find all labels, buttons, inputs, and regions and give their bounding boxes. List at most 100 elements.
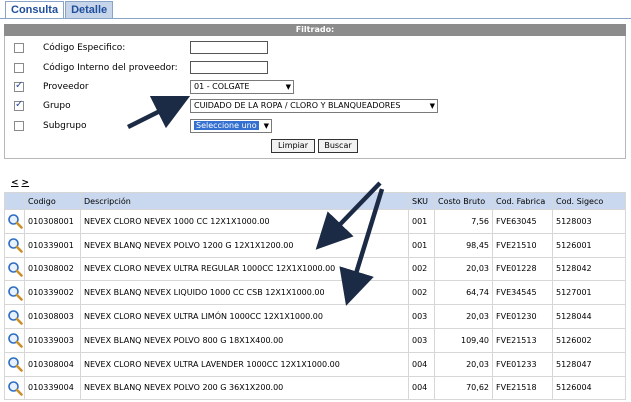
limpiar-button[interactable]: Limpiar xyxy=(271,139,315,153)
buscar-button[interactable]: Buscar xyxy=(318,139,358,153)
magnifier-icon[interactable] xyxy=(4,232,25,258)
column-header-descripcion: Descripción xyxy=(80,192,409,210)
cell-descripcion: NEVEX BLANQ NEVEX LIQUIDO 1000 CC CSB 12… xyxy=(80,280,409,306)
cell-cod-fabrica: FVE01228 xyxy=(492,256,553,282)
table-row[interactable]: 010339001 NEVEX BLANQ NEVEX POLVO 1200 G… xyxy=(4,232,626,258)
prev-page-link[interactable]: < xyxy=(11,178,19,188)
cell-cod-sigeco: 5126002 xyxy=(552,327,626,353)
subgrupo-label: Subgrupo xyxy=(43,121,87,131)
cell-cod-sigeco: 5128044 xyxy=(552,304,626,329)
next-page-link[interactable]: > xyxy=(22,178,30,188)
filter-row-codigo-interno xyxy=(14,61,24,75)
table-row[interactable]: 010339004 NEVEX BLANQ NEVEX POLVO 200 G … xyxy=(4,375,626,401)
magnifier-icon[interactable] xyxy=(4,375,25,401)
cell-cod-sigeco: 5127001 xyxy=(552,280,626,306)
cell-sku: 002 xyxy=(408,280,435,306)
tab-consulta[interactable]: Consulta xyxy=(5,1,65,19)
cell-cod-sigeco: 5128042 xyxy=(552,256,626,282)
cell-codigo: 010308003 xyxy=(24,304,81,329)
cell-sku: 004 xyxy=(408,375,435,401)
cell-costo-bruto: 20,03 xyxy=(434,304,493,329)
cell-sku: 002 xyxy=(408,256,435,282)
cell-codigo: 010308001 xyxy=(24,209,81,234)
column-header-costo-bruto: Costo Bruto xyxy=(434,192,493,210)
table-row[interactable]: 010308004 NEVEX CLORO NEVEX ULTRA LAVEND… xyxy=(4,351,626,377)
proveedor-select[interactable]: 01 - COLGATE ▼ xyxy=(190,80,294,94)
cell-costo-bruto: 20,03 xyxy=(434,351,493,377)
cell-codigo: 010339003 xyxy=(24,327,81,353)
cell-descripcion: NEVEX BLANQ NEVEX POLVO 1200 G 12X1X1200… xyxy=(80,232,409,258)
cell-costo-bruto: 98,45 xyxy=(434,232,493,258)
cell-cod-fabrica: FVE21510 xyxy=(492,232,553,258)
grupo-select[interactable]: CUIDADO DE LA ROPA / CLORO Y BLANQUEADOR… xyxy=(190,99,438,113)
cell-codigo: 010339004 xyxy=(24,375,81,401)
cell-costo-bruto: 64,74 xyxy=(434,280,493,306)
table-row[interactable]: 010308002 NEVEX CLORO NEVEX ULTRA REGULA… xyxy=(4,256,626,282)
cell-cod-sigeco: 5128003 xyxy=(552,209,626,234)
pagination-nav: < > xyxy=(11,178,32,188)
filter-row-subgrupo xyxy=(14,119,24,133)
cell-sku: 001 xyxy=(408,232,435,258)
cell-costo-bruto: 109,40 xyxy=(434,327,493,353)
cell-cod-sigeco: 5128047 xyxy=(552,351,626,377)
cell-cod-fabrica: FVE01233 xyxy=(492,351,553,377)
column-header-cod-sigeco: Cod. Sigeco xyxy=(552,192,626,210)
cell-sku: 001 xyxy=(408,209,435,234)
cell-cod-fabrica: FVE63045 xyxy=(492,209,553,234)
cell-descripcion: NEVEX BLANQ NEVEX POLVO 200 G 36X1X200.0… xyxy=(80,375,409,401)
codigo-interno-checkbox[interactable] xyxy=(14,63,24,73)
filter-row-grupo xyxy=(14,99,24,113)
subgrupo-select[interactable]: Seleccione uno ▼ xyxy=(190,119,272,133)
cell-sku: 003 xyxy=(408,304,435,329)
magnifier-icon[interactable] xyxy=(4,304,25,329)
cell-descripcion: NEVEX CLORO NEVEX ULTRA LAVENDER 1000CC … xyxy=(80,351,409,377)
grupo-label: Grupo xyxy=(43,101,71,111)
cell-descripcion: NEVEX CLORO NEVEX ULTRA REGULAR 1000CC 1… xyxy=(80,256,409,282)
column-header-codigo: Codigo xyxy=(24,192,81,210)
cell-descripcion: NEVEX CLORO NEVEX ULTRA LIMÓN 1000CC 12X… xyxy=(80,304,409,329)
results-table: Codigo Descripción SKU Costo Bruto Cod. … xyxy=(4,192,626,401)
table-row[interactable]: 010308001 NEVEX CLORO NEVEX 1000 CC 12X1… xyxy=(4,209,626,234)
magnifier-icon[interactable] xyxy=(4,351,25,377)
cell-cod-fabrica: FVE21518 xyxy=(492,375,553,401)
cell-descripcion: NEVEX CLORO NEVEX 1000 CC 12X1X1000.00 xyxy=(80,209,409,234)
filter-row-codigo-especifico xyxy=(14,41,24,55)
codigo-interno-label: Código Interno del proveedor: xyxy=(43,63,178,73)
cell-sku: 003 xyxy=(408,327,435,353)
cell-costo-bruto: 20,03 xyxy=(434,256,493,282)
codigo-interno-input[interactable] xyxy=(190,61,268,74)
table-row[interactable]: 010339002 NEVEX BLANQ NEVEX LIQUIDO 1000… xyxy=(4,280,626,306)
cell-cod-fabrica: FVE34545 xyxy=(492,280,553,306)
cell-cod-fabrica: FVE01230 xyxy=(492,304,553,329)
filter-header: Filtrado: xyxy=(4,24,626,36)
cell-costo-bruto: 7,56 xyxy=(434,209,493,234)
cell-codigo: 010308004 xyxy=(24,351,81,377)
cell-codigo: 010308002 xyxy=(24,256,81,282)
tab-bar: Consulta Detalle xyxy=(5,1,114,19)
table-row[interactable]: 010339003 NEVEX BLANQ NEVEX POLVO 800 G … xyxy=(4,327,626,353)
chevron-down-icon: ▼ xyxy=(429,102,435,110)
magnifier-icon[interactable] xyxy=(4,327,25,353)
cell-codigo: 010339002 xyxy=(24,280,81,306)
chevron-down-icon: ▼ xyxy=(263,122,269,130)
chevron-down-icon: ▼ xyxy=(285,83,291,91)
filter-row-proveedor xyxy=(14,80,24,94)
magnifier-icon[interactable] xyxy=(4,209,25,234)
subgrupo-select-value: Seleccione uno xyxy=(194,121,259,130)
grupo-checkbox[interactable] xyxy=(14,99,24,111)
codigo-especifico-label: Código Especifico: xyxy=(43,43,126,53)
cell-cod-sigeco: 5126004 xyxy=(552,375,626,401)
proveedor-checkbox[interactable] xyxy=(14,80,24,92)
magnifier-icon[interactable] xyxy=(4,256,25,282)
cell-descripcion: NEVEX BLANQ NEVEX POLVO 800 G 18X1X400.0… xyxy=(80,327,409,353)
table-row[interactable]: 010308003 NEVEX CLORO NEVEX ULTRA LIMÓN … xyxy=(4,304,626,329)
subgrupo-checkbox[interactable] xyxy=(14,121,24,131)
column-header-sku: SKU xyxy=(408,192,435,210)
grupo-select-value: CUIDADO DE LA ROPA / CLORO Y BLANQUEADOR… xyxy=(194,101,401,110)
cell-cod-sigeco: 5126001 xyxy=(552,232,626,258)
cell-costo-bruto: 70,62 xyxy=(434,375,493,401)
tab-detalle[interactable]: Detalle xyxy=(65,1,114,19)
magnifier-icon[interactable] xyxy=(4,280,25,306)
codigo-especifico-checkbox[interactable] xyxy=(14,43,24,53)
codigo-especifico-input[interactable] xyxy=(190,41,268,54)
